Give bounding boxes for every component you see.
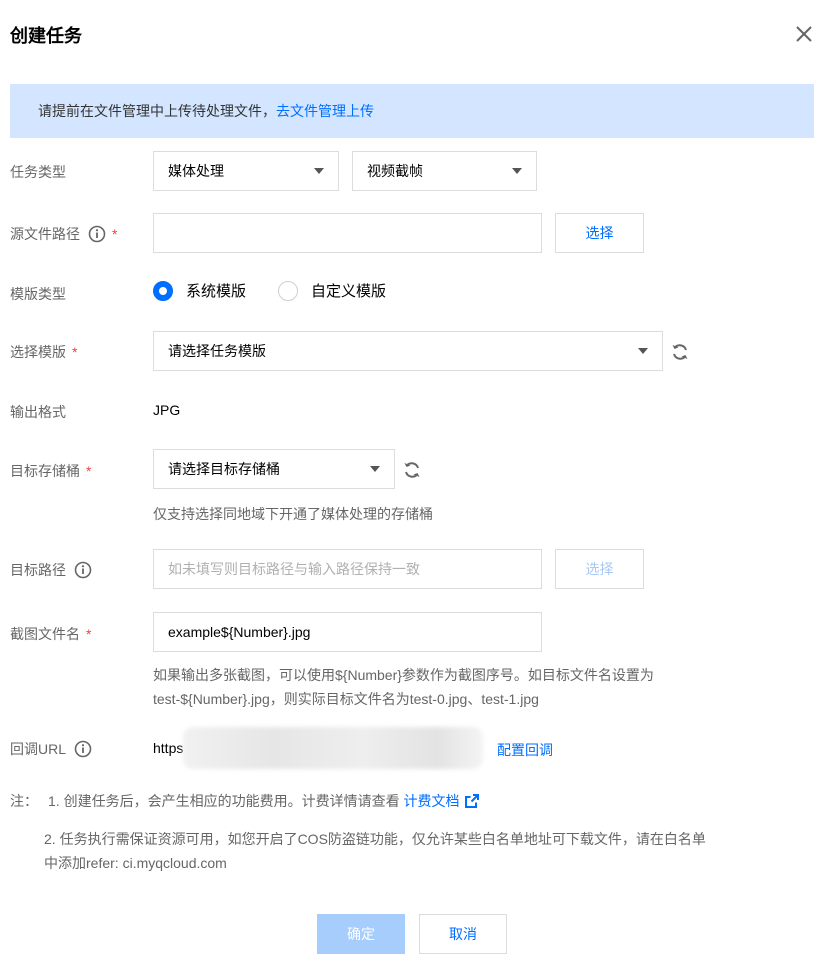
info-icon[interactable] <box>74 561 92 579</box>
callback-url-value: https <box>153 740 184 756</box>
chevron-down-icon <box>512 168 522 174</box>
callback-url-label: 回调URL <box>10 739 92 759</box>
info-icon[interactable] <box>88 225 106 243</box>
output-format-value: JPG <box>153 402 181 418</box>
template-type-label-text: 模版类型 <box>10 286 66 302</box>
target-path-label-text: 目标路径 <box>10 562 66 578</box>
template-type-radio-group: 系统模版 自定义模版 <box>153 280 418 301</box>
required-mark: * <box>72 344 78 360</box>
task-type-label-text: 任务类型 <box>10 164 66 180</box>
target-bucket-select-value: 请选择目标存储桶 <box>168 461 280 477</box>
template-type-label: 模版类型 <box>10 284 66 304</box>
note-item-2-line2: 中添加refer: ci.myqcloud.com <box>44 855 227 871</box>
chevron-down-icon <box>638 348 648 354</box>
screenshot-filename-label: 截图文件名 * <box>10 624 91 644</box>
required-mark: * <box>112 226 118 242</box>
template-label-text: 选择模版 <box>10 344 66 360</box>
task-type-select[interactable]: 媒体处理 <box>153 151 339 191</box>
info-banner-text: 请提前在文件管理中上传待处理文件， <box>38 103 276 119</box>
info-icon[interactable] <box>74 740 92 758</box>
template-select-value: 请选择任务模版 <box>168 343 266 359</box>
task-subtype-select-value: 视频截帧 <box>367 163 423 179</box>
screenshot-filename-hint-line1: 如果输出多张截图，可以使用${Number}参数作为截图序号。如目标文件名设置为 <box>153 667 654 683</box>
screenshot-filename-input[interactable]: example${Number}.jpg <box>153 612 542 652</box>
radio-system-template-label[interactable]: 系统模版 <box>186 280 246 301</box>
refresh-icon[interactable] <box>670 342 690 362</box>
target-path-select-button[interactable]: 选择 <box>555 549 644 589</box>
note-item-1-text: 1. 创建任务后，会产生相应的功能费用。计费详情请查看 <box>48 793 400 809</box>
task-type-label: 任务类型 <box>10 162 66 182</box>
note-item-1: 1. 创建任务后，会产生相应的功能费用。计费详情请查看 计费文档 <box>48 790 480 812</box>
source-path-select-button[interactable]: 选择 <box>555 213 644 253</box>
external-link-icon[interactable] <box>465 794 480 808</box>
redacted-url-blur <box>183 727 483 769</box>
chevron-down-icon <box>314 168 324 174</box>
task-type-select-value: 媒体处理 <box>168 163 224 179</box>
close-icon[interactable] <box>794 24 814 44</box>
template-label: 选择模版 * <box>10 342 77 362</box>
source-path-label-text: 源文件路径 <box>10 226 80 242</box>
target-bucket-label: 目标存储桶 * <box>10 461 91 481</box>
output-format-label: 输出格式 <box>10 402 66 422</box>
cancel-button[interactable]: 取消 <box>419 914 507 954</box>
notes-prefix: 注： <box>10 793 38 809</box>
task-subtype-select[interactable]: 视频截帧 <box>352 151 537 191</box>
dialog-title: 创建任务 <box>10 26 82 46</box>
go-file-manager-link[interactable]: 去文件管理上传 <box>276 103 374 119</box>
target-path-input[interactable]: 如未填写则目标路径与输入路径保持一致 <box>153 549 542 589</box>
note-item-2-line1: 2. 任务执行需保证资源可用，如您开启了COS防盗链功能，仅允许某些白名单地址可… <box>44 831 706 847</box>
output-format-label-text: 输出格式 <box>10 404 66 420</box>
radio-system-template[interactable] <box>153 280 173 301</box>
confirm-button[interactable]: 确定 <box>317 914 405 954</box>
required-mark: * <box>86 463 92 479</box>
info-banner: 请提前在文件管理中上传待处理文件，去文件管理上传 <box>10 84 814 138</box>
template-select[interactable]: 请选择任务模版 <box>153 331 663 371</box>
target-bucket-hint: 仅支持选择同地域下开通了媒体处理的存储桶 <box>153 506 433 522</box>
source-path-label: 源文件路径 * <box>10 224 117 244</box>
refresh-icon[interactable] <box>402 460 422 480</box>
radio-custom-template-label[interactable]: 自定义模版 <box>311 280 386 301</box>
source-path-input[interactable] <box>153 213 542 253</box>
screenshot-filename-label-text: 截图文件名 <box>10 626 80 642</box>
required-mark: * <box>86 626 92 642</box>
target-bucket-select[interactable]: 请选择目标存储桶 <box>153 449 395 489</box>
billing-doc-link[interactable]: 计费文档 <box>403 793 459 809</box>
chevron-down-icon <box>370 466 380 472</box>
callback-url-label-text: 回调URL <box>10 741 67 757</box>
configure-callback-link[interactable]: 配置回调 <box>497 740 553 760</box>
screenshot-filename-hint-line2: test-${Number}.jpg，则实际目标文件名为test-0.jpg、t… <box>153 691 539 707</box>
target-path-label: 目标路径 <box>10 560 92 580</box>
target-bucket-label-text: 目标存储桶 <box>10 463 80 479</box>
radio-custom-template[interactable] <box>278 280 299 301</box>
